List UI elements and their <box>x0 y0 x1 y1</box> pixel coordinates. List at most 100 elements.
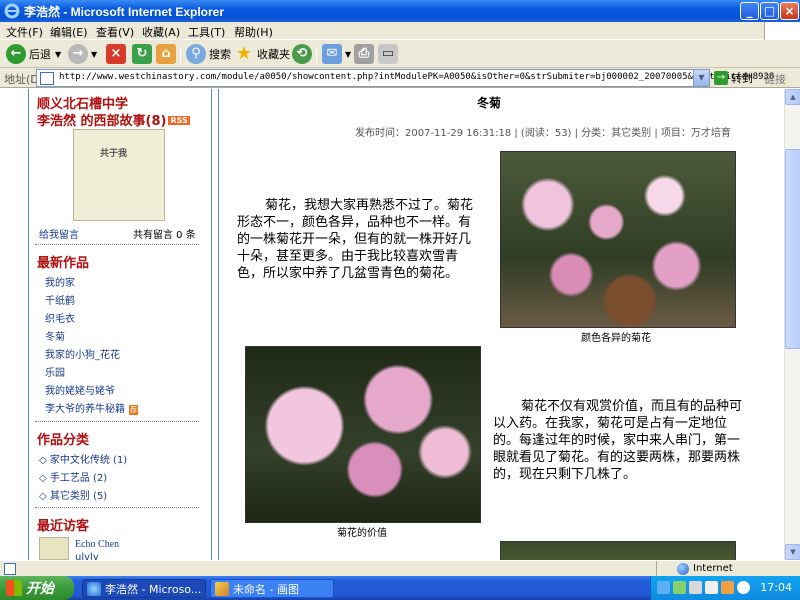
history-icon: ⟲ <box>292 44 312 64</box>
back-dropdown-icon[interactable]: ▼ <box>55 50 61 59</box>
history-button[interactable]: ⟲ <box>292 43 315 65</box>
window-title: 李浩然 - Microsoft Internet Explorer <box>24 5 225 19</box>
work-link-text[interactable]: 李大爷的养牛秘籍 <box>45 404 125 415</box>
address-dropdown-icon[interactable]: ▼ <box>693 70 709 86</box>
menu-help[interactable]: 帮助(H) <box>234 24 273 40</box>
author-title-text[interactable]: 李浩然 的西部故事(8) <box>37 114 166 129</box>
menu-file[interactable]: 文件(F) <box>6 24 43 40</box>
scroll-up-icon[interactable]: ▲ <box>785 89 800 105</box>
work-link[interactable]: 乐园 <box>45 364 65 379</box>
tray-network-icon[interactable] <box>657 581 670 594</box>
article: 冬菊 发布时间：2007-11-29 16:31:18 | (阅读：53) | … <box>218 89 784 560</box>
home-button[interactable]: ⌂ <box>156 43 179 65</box>
edit-button[interactable]: ▭ <box>378 43 401 65</box>
refresh-button[interactable]: ↻ <box>132 43 155 65</box>
search-label: 搜索 <box>209 48 231 61</box>
menu-edit[interactable]: 编辑(E) <box>50 24 88 40</box>
tray-clock-app-icon[interactable] <box>737 581 750 594</box>
category-link[interactable]: ◇ 其它类别 (5) <box>39 487 107 502</box>
favorites-button[interactable]: ★ 收藏夹 <box>234 43 290 65</box>
windows-flag-icon <box>6 580 22 596</box>
mail-icon: ✉ <box>322 44 342 64</box>
page-icon <box>40 72 54 85</box>
close-button[interactable]: × <box>780 2 799 20</box>
work-link-featured[interactable]: 李大爷的养牛秘籍荐 <box>45 400 138 415</box>
forward-dropdown-icon[interactable]: ▼ <box>91 50 97 59</box>
rss-badge[interactable]: RSS <box>168 116 190 125</box>
globe-icon <box>677 563 689 575</box>
minimize-button[interactable]: _ <box>740 2 759 20</box>
visitor-link[interactable]: ulvly <box>75 552 99 560</box>
mail-button[interactable]: ✉ ▼ <box>322 43 351 65</box>
work-link[interactable]: 织毛衣 <box>45 310 75 325</box>
taskbar-item-ie[interactable]: 李浩然 - Microso... <box>82 579 206 598</box>
category-link[interactable]: ◇ 家中文化传统 (1) <box>39 451 127 466</box>
taskbar-item-paint[interactable]: 未命名 - 画图 <box>210 579 334 598</box>
address-url[interactable]: http://www.westchinastory.com/module/a00… <box>59 72 774 82</box>
search-icon: ⚲ <box>186 44 206 64</box>
address-input[interactable]: http://www.westchinastory.com/module/a00… <box>36 69 774 87</box>
scroll-down-icon[interactable]: ▼ <box>785 544 800 560</box>
vertical-scrollbar[interactable]: ▲ ▼ <box>784 89 800 560</box>
photo-caption: 颜色各异的菊花 <box>581 333 651 344</box>
ie-logo-icon <box>4 3 20 19</box>
clock[interactable]: 17:04 <box>760 581 792 594</box>
category-link[interactable]: ◇ 手工艺品 (2) <box>39 469 107 484</box>
start-label: 开始 <box>26 581 54 597</box>
mail-dropdown-icon[interactable]: ▼ <box>345 50 351 59</box>
favorites-label: 收藏夹 <box>257 48 290 61</box>
tray-app-icon[interactable] <box>673 581 686 594</box>
latest-works-heading: 最新作品 <box>37 256 90 271</box>
divider <box>35 507 199 508</box>
printer-icon: ⎙ <box>354 44 374 64</box>
work-link[interactable]: 我的家 <box>45 274 75 289</box>
print-button[interactable]: ⎙ <box>354 43 377 65</box>
go-button[interactable]: → 转到 <box>714 70 753 86</box>
security-zone: Internet <box>656 561 800 577</box>
toolbar: ← 后退 ▼ → ▼ × ↻ ⌂ ⚲ 搜索 ★ 收藏夹 ⟲ ✉ ▼ ⎙ ▭ <box>0 40 800 68</box>
stop-icon: × <box>106 44 126 64</box>
visitor-avatar[interactable] <box>39 537 69 560</box>
toolbar-separator <box>180 45 181 63</box>
maximize-button[interactable]: □ <box>760 2 779 20</box>
article-paragraph: 菊花不仅有观赏价值，而且有的品种可以入药。在我家，菊花可是占有一定地位的。每逢过… <box>493 399 743 482</box>
forward-arrow-icon: → <box>68 44 88 64</box>
tray-app-icon[interactable] <box>705 581 718 594</box>
menu-favorites[interactable]: 收藏(A) <box>142 24 180 40</box>
author-title: 李浩然 的西部故事(8) RSS <box>37 110 190 129</box>
visitor-link[interactable]: Echo Chen <box>75 539 119 550</box>
page-content: 顺义北石槽中学 李浩然 的西部故事(8) RSS 共于我 给我留言 共有留言 0 … <box>0 89 784 560</box>
message-count: 共有留言 0 条 <box>133 230 196 241</box>
tray-app-icon[interactable] <box>721 581 734 594</box>
work-link[interactable]: 千纸鹤 <box>45 292 75 307</box>
forward-button[interactable]: → ▼ <box>68 43 97 65</box>
status-bar: Internet <box>0 560 800 577</box>
menu-view[interactable]: 查看(V) <box>96 24 134 40</box>
back-label: 后退 <box>29 48 51 61</box>
article-title: 冬菊 <box>476 96 501 110</box>
task-label: 未命名 - 画图 <box>233 582 299 596</box>
home-icon: ⌂ <box>156 44 176 64</box>
work-link[interactable]: 冬菊 <box>45 328 65 343</box>
photo-caption: 菊花的价值 <box>337 528 387 539</box>
go-label: 转到 <box>731 72 753 85</box>
work-link[interactable]: 我家的小狗_花花 <box>45 346 120 361</box>
search-button[interactable]: ⚲ 搜索 <box>186 43 231 65</box>
start-button[interactable]: 开始 <box>0 576 74 600</box>
recommend-badge: 荐 <box>129 405 138 415</box>
chrysanthemum-photo <box>245 346 481 523</box>
links-button[interactable]: 链接 <box>764 71 786 87</box>
recent-visitors-heading: 最近访客 <box>37 519 90 534</box>
stop-button[interactable]: × <box>106 43 129 65</box>
star-icon: ★ <box>235 43 253 64</box>
tray-volume-icon[interactable] <box>689 581 702 594</box>
guestbook-link[interactable]: 给我留言 <box>39 226 79 241</box>
scroll-thumb[interactable] <box>785 149 800 349</box>
category-heading: 作品分类 <box>37 433 90 448</box>
back-button[interactable]: ← 后退 ▼ <box>6 43 61 65</box>
chrysanthemum-photo <box>500 151 736 328</box>
go-arrow-icon: → <box>714 71 728 85</box>
menu-tools[interactable]: 工具(T) <box>188 24 225 40</box>
work-link[interactable]: 我的姥姥与姥爷 <box>45 382 115 397</box>
divider <box>35 421 199 422</box>
